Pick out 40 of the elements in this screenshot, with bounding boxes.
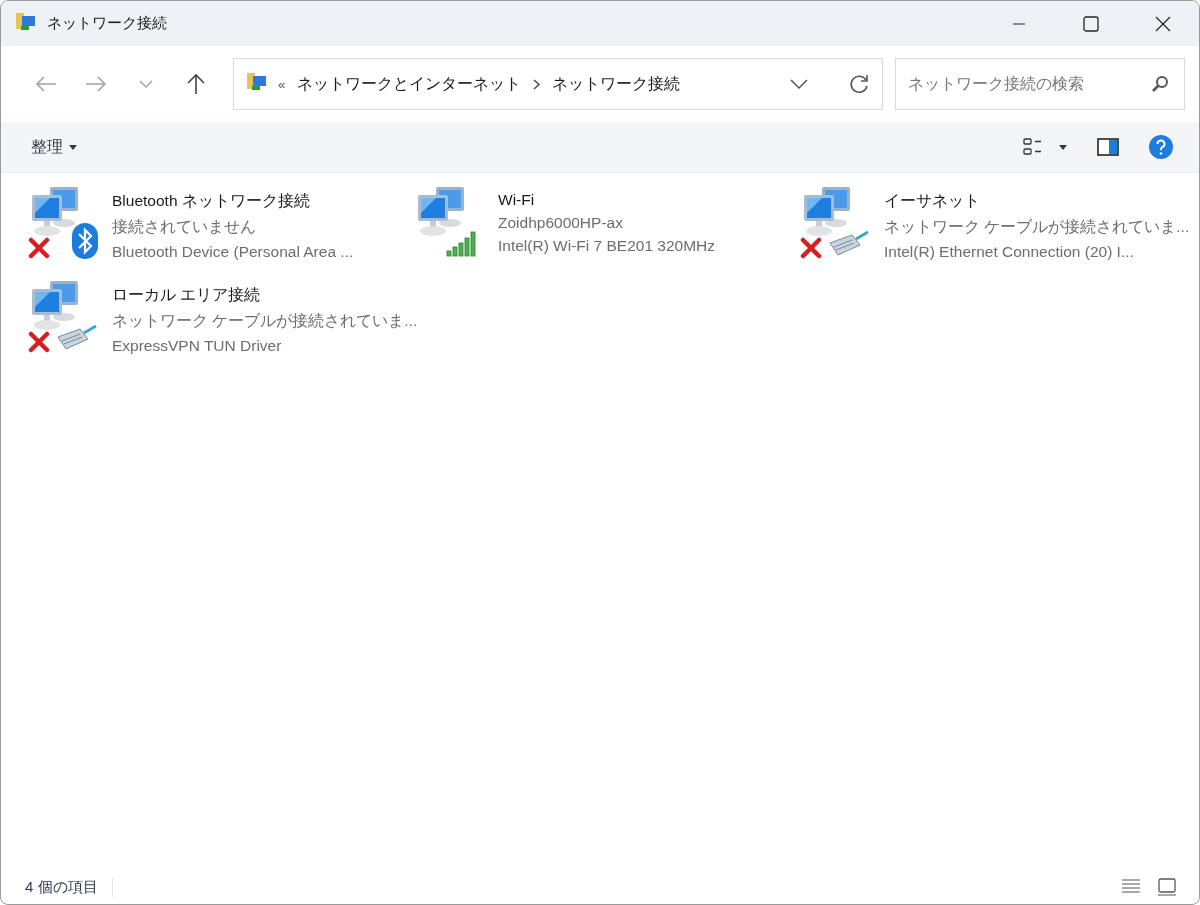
connection-name: イーサネット xyxy=(884,191,981,211)
refresh-icon[interactable] xyxy=(848,73,870,95)
chevron-right-icon xyxy=(533,78,541,90)
connection-status: ネットワーク ケーブルが接続されていま... xyxy=(112,311,418,331)
address-bar[interactable]: « ネットワークとインターネット ネットワーク接続 xyxy=(233,58,883,110)
cross-icon xyxy=(28,237,50,259)
connection-name: Wi-Fi xyxy=(498,191,536,209)
preview-pane-icon[interactable] xyxy=(1097,138,1119,156)
breadcrumb-item[interactable]: ネットワーク接続 xyxy=(550,73,683,95)
window-title: ネットワーク接続 xyxy=(47,14,168,33)
large-icons-view-icon[interactable] xyxy=(1157,878,1177,896)
connection-status: Zoidhp6000HP-ax xyxy=(498,214,624,232)
breadcrumb-item[interactable]: ネットワークとインターネット xyxy=(295,73,524,95)
search-field[interactable]: ネットワーク接続の検索 xyxy=(895,58,1185,110)
overflow-chevron[interactable]: « xyxy=(278,76,286,92)
connection-status: 接続されていません xyxy=(112,217,257,237)
connection-item[interactable]: Bluetooth ネットワーク接続 接続されていません Bluetooth Device (Personal Area ... xyxy=(26,185,412,279)
device-name: ExpressVPN TUN Driver xyxy=(112,337,283,355)
cross-icon xyxy=(28,331,50,353)
caret-icon[interactable] xyxy=(1059,144,1067,150)
network-cable-icon xyxy=(56,323,98,351)
network-cable-icon xyxy=(828,229,870,257)
up-arrow-icon[interactable] xyxy=(186,73,206,95)
caret-icon xyxy=(69,144,77,150)
connection-item[interactable]: Wi-Fi Zoidhp6000HP-ax Intel(R) Wi-Fi 7 BE201 320MHz xyxy=(412,185,798,279)
device-name: Intel(R) Ethernet Connection (20) I... xyxy=(884,243,1135,261)
device-name: Intel(R) Wi-Fi 7 BE201 320MHz xyxy=(498,237,716,255)
chevron-down-icon[interactable] xyxy=(790,79,808,89)
device-name: Bluetooth Device (Personal Area ... xyxy=(112,243,354,261)
help-icon[interactable] xyxy=(1149,135,1173,159)
connection-name: ローカル エリア接続 xyxy=(112,285,262,305)
cross-icon xyxy=(800,237,822,259)
connection-name: Bluetooth ネットワーク接続 xyxy=(112,191,311,211)
connection-status: ネットワーク ケーブルが接続されていま... xyxy=(884,217,1190,237)
close-button[interactable] xyxy=(1155,15,1171,32)
organize-menu-button[interactable]: 整理 xyxy=(21,132,87,162)
bluetooth-icon xyxy=(72,223,98,259)
maximize-button[interactable] xyxy=(1083,15,1099,32)
search-icon xyxy=(1151,75,1169,93)
item-count: 4 個の項目 xyxy=(25,877,113,897)
